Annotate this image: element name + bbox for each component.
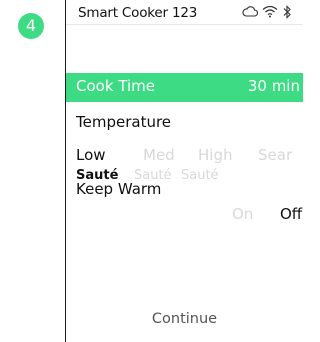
- continue-button[interactable]: Continue: [66, 311, 303, 327]
- cook-time-label: Cook Time: [76, 77, 155, 95]
- device-name: Smart Cooker 123: [78, 5, 198, 21]
- bluetooth-icon: [283, 5, 291, 19]
- keep-warm-row: Keep Warm: [66, 178, 303, 202]
- cook-time-row[interactable]: Cook Time 30 min: [66, 73, 303, 102]
- device-screen: Smart Cooker 123 Cook Time 30 min Temper…: [65, 0, 303, 342]
- temp-option-high[interactable]: High: [198, 146, 232, 164]
- cook-time-value: 30 min: [247, 77, 300, 95]
- temperature-row: Temperature: [66, 111, 303, 135]
- step-number-badge: 4: [18, 13, 44, 39]
- cloud-icon: [242, 6, 258, 17]
- status-icons: [242, 5, 303, 21]
- temp-option-med[interactable]: Med: [143, 146, 175, 164]
- temperature-label: Temperature: [76, 113, 172, 131]
- wifi-icon: [262, 5, 278, 18]
- keep-warm-label: Keep Warm: [76, 180, 162, 198]
- keep-warm-on[interactable]: On: [232, 205, 253, 223]
- status-bar: Smart Cooker 123: [66, 0, 303, 25]
- keep-warm-off[interactable]: Off: [280, 205, 302, 223]
- temp-option-sear[interactable]: Sear: [258, 146, 292, 164]
- temp-option-low[interactable]: Low: [76, 146, 106, 164]
